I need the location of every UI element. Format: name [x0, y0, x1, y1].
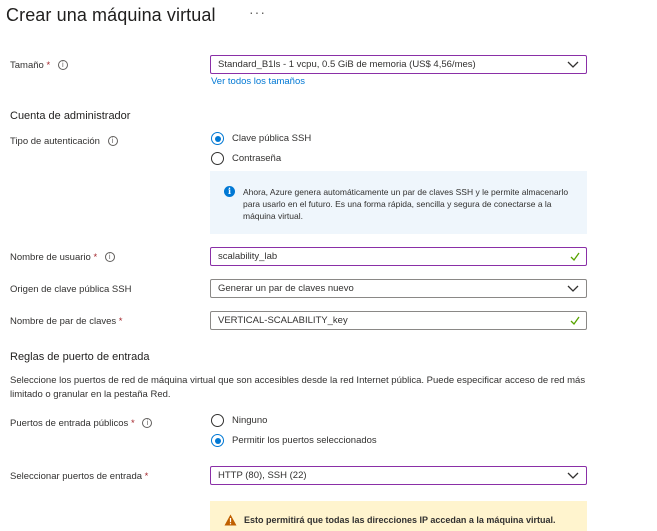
- inbound-section-title: Reglas de puerto de entrada: [10, 351, 150, 363]
- radio-unselected-icon[interactable]: [211, 414, 224, 427]
- radio-allow-selected-ports-label: Permitir los puertos seleccionados: [232, 435, 377, 446]
- key-pair-label: Nombre de par de claves: [10, 316, 117, 327]
- checkmark-icon: [570, 252, 580, 261]
- username-value: scalability_lab: [218, 251, 278, 262]
- username-label: Nombre de usuario: [10, 252, 91, 263]
- ssh-info-box: i Ahora, Azure genera automáticamente un…: [210, 171, 587, 234]
- chevron-down-icon: [567, 61, 579, 68]
- required-marker: *: [144, 471, 149, 482]
- select-ports-label: Seleccionar puertos de entrada: [10, 471, 143, 482]
- radio-password-label: Contraseña: [232, 153, 282, 164]
- more-options-button[interactable]: ···: [249, 4, 266, 20]
- size-value: Standard_B1ls - 1 vcpu, 0.5 GiB de memor…: [218, 59, 476, 70]
- info-icon[interactable]: i: [142, 418, 153, 429]
- size-label-row: Tamaño * i: [10, 60, 68, 71]
- ssh-info-text: Ahora, Azure genera automáticamente un p…: [243, 187, 569, 221]
- info-icon[interactable]: i: [104, 252, 115, 263]
- size-label: Tamaño: [10, 60, 44, 71]
- page-title: Crear una máquina virtual: [6, 5, 216, 25]
- key-pair-label-row: Nombre de par de claves *: [10, 316, 122, 327]
- inbound-description: Seleccione los puertos de red de máquina…: [10, 375, 586, 400]
- info-icon[interactable]: i: [107, 136, 118, 147]
- radio-selected-icon[interactable]: [211, 132, 224, 145]
- key-pair-value: VERTICAL-SCALABILITY_key: [218, 315, 348, 326]
- ssh-source-dropdown[interactable]: Generar un par de claves nuevo: [210, 279, 587, 298]
- warning-box: Esto permitirá que todas las direcciones…: [210, 501, 587, 531]
- required-marker: *: [46, 60, 51, 71]
- public-ports-label-row: Puertos de entrada públicos * i: [10, 418, 153, 429]
- chevron-down-icon: [567, 285, 579, 292]
- public-ports-label: Puertos de entrada públicos: [10, 418, 129, 429]
- warning-text: Esto permitirá que todas las direcciones…: [244, 515, 556, 525]
- admin-section-title: Cuenta de administrador: [10, 110, 131, 122]
- username-label-row: Nombre de usuario * i: [10, 252, 115, 263]
- info-icon: i: [224, 186, 235, 197]
- size-dropdown[interactable]: Standard_B1ls - 1 vcpu, 0.5 GiB de memor…: [210, 55, 587, 74]
- radio-none-label: Ninguno: [232, 415, 268, 426]
- radio-unselected-icon[interactable]: [211, 152, 224, 165]
- required-marker: *: [118, 316, 123, 327]
- see-all-sizes-link[interactable]: Ver todos los tamaños: [211, 76, 305, 87]
- radio-ssh-key-label: Clave pública SSH: [232, 133, 312, 144]
- required-marker: *: [93, 252, 98, 263]
- checkmark-icon: [570, 316, 580, 325]
- select-ports-label-row: Seleccionar puertos de entrada *: [10, 471, 148, 482]
- chevron-down-icon: [567, 472, 579, 479]
- ssh-source-label: Origen de clave pública SSH: [10, 284, 132, 295]
- username-input[interactable]: scalability_lab: [210, 247, 587, 266]
- required-marker: *: [130, 418, 135, 429]
- info-icon[interactable]: i: [57, 60, 68, 71]
- select-ports-dropdown[interactable]: HTTP (80), SSH (22): [210, 466, 587, 485]
- auth-type-label: Tipo de autenticación: [10, 136, 100, 147]
- key-pair-name-input[interactable]: VERTICAL-SCALABILITY_key: [210, 311, 587, 330]
- ssh-source-value: Generar un par de claves nuevo: [218, 283, 354, 294]
- auth-type-label-row: Tipo de autenticación i: [10, 136, 118, 147]
- radio-selected-icon[interactable]: [211, 434, 224, 447]
- warning-icon: [224, 514, 237, 526]
- select-ports-value: HTTP (80), SSH (22): [218, 470, 307, 481]
